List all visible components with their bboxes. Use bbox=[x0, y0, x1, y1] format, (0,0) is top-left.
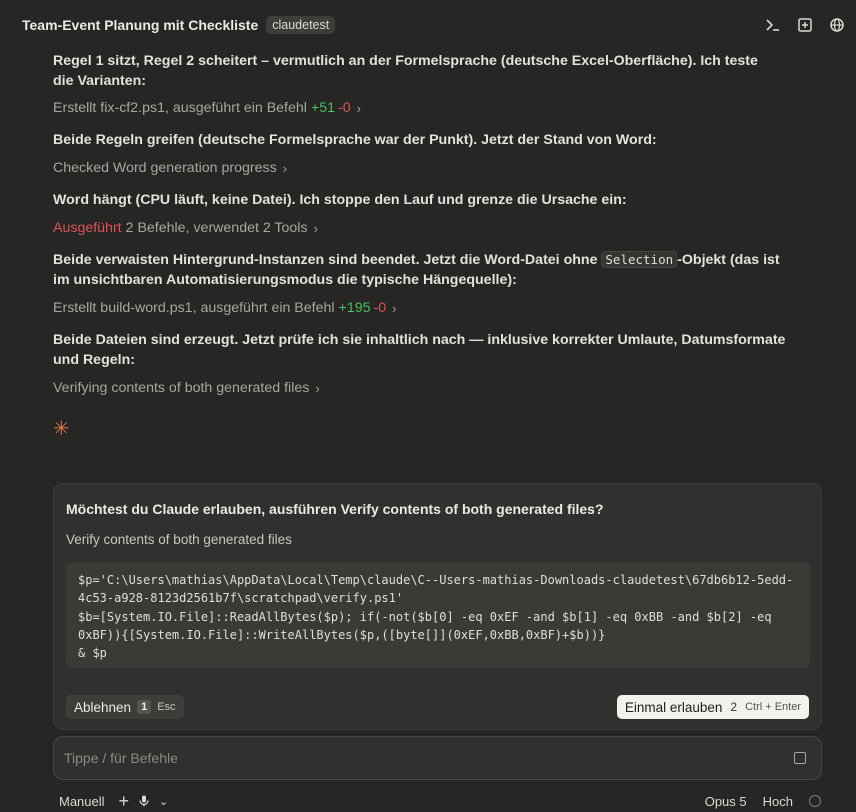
globe-icon[interactable] bbox=[828, 16, 846, 34]
message-input-box[interactable] bbox=[53, 736, 822, 780]
permission-title: Möchtest du Claude erlauben, ausführen V… bbox=[66, 501, 604, 517]
allow-shortcut: Ctrl + Enter bbox=[745, 701, 801, 713]
tool-step-text: 2 Befehle, verwendet 2 Tools bbox=[125, 220, 308, 236]
inline-code: Selection bbox=[601, 251, 678, 268]
step-status: Ausgeführt bbox=[53, 220, 122, 236]
window-icon[interactable] bbox=[796, 16, 814, 34]
chevron-right-icon: › bbox=[315, 380, 320, 396]
deny-key: 1 bbox=[137, 700, 152, 714]
assistant-message: Beide Dateien sind erzeugt. Jetzt prüfe … bbox=[53, 332, 786, 368]
chevron-right-icon: › bbox=[356, 100, 361, 116]
spinner-spark-icon: ✳ bbox=[53, 418, 70, 440]
chevron-right-icon: › bbox=[313, 220, 318, 236]
context-usage-icon[interactable] bbox=[809, 795, 821, 807]
permission-subtitle: Verify contents of both generated files bbox=[66, 532, 292, 547]
message-input[interactable] bbox=[64, 750, 794, 766]
composer-toolbar: Manuell + ⌄ Opus 5 Hoch bbox=[59, 790, 821, 812]
add-icon[interactable]: + bbox=[119, 791, 130, 812]
command-preview: $p='C:\Users\mathias\AppData\Local\Temp\… bbox=[66, 562, 810, 668]
assistant-message: Beide verwaisten Hintergrund-Instanzen s… bbox=[53, 250, 793, 290]
header-actions bbox=[764, 16, 846, 34]
tool-step[interactable]: Checked Word generation progress › bbox=[53, 160, 287, 176]
conversation-title: Team-Event Planung mit Checkliste bbox=[22, 17, 259, 33]
chevron-right-icon: › bbox=[282, 160, 288, 176]
lines-added: +195 bbox=[338, 300, 371, 316]
lines-added: +51 bbox=[310, 100, 336, 116]
header: Team-Event Planung mit Checkliste claude… bbox=[0, 0, 856, 50]
chevron-down-icon[interactable]: ⌄ bbox=[159, 795, 168, 808]
deny-button[interactable]: Ablehnen 1 Esc bbox=[66, 695, 184, 719]
mode-selector[interactable]: Manuell bbox=[59, 794, 105, 809]
tool-step[interactable]: Ausgeführt 2 Befehle, verwendet 2 Tools … bbox=[53, 220, 318, 236]
deny-shortcut: Esc bbox=[157, 701, 176, 713]
assistant-message: Beide Regeln greifen (deutsche Formelspr… bbox=[53, 132, 657, 148]
project-badge[interactable]: claudetest bbox=[266, 16, 336, 34]
stop-icon[interactable] bbox=[794, 752, 806, 764]
allow-label: Einmal erlauben bbox=[624, 699, 723, 715]
assistant-message: Regel 1 sitzt, Regel 2 scheitert – vermu… bbox=[53, 53, 758, 89]
terminal-icon[interactable] bbox=[764, 16, 782, 34]
effort-selector[interactable]: Hoch bbox=[763, 794, 793, 809]
tool-step-text: Erstellt fix-cf2.ps1, ausgeführt ein Bef… bbox=[53, 100, 307, 116]
permission-dialog: Möchtest du Claude erlauben, ausführen V… bbox=[53, 483, 822, 730]
allow-key: 2 bbox=[730, 700, 738, 714]
microphone-icon[interactable] bbox=[139, 795, 149, 807]
lines-removed: -0 bbox=[373, 300, 387, 316]
assistant-message: Word hängt (CPU läuft, keine Datei). Ich… bbox=[53, 192, 627, 208]
tool-step[interactable]: Erstellt build-word.ps1, ausgeführt ein … bbox=[53, 300, 396, 316]
message-text: Beide verwaisten Hintergrund-Instanzen s… bbox=[53, 252, 602, 268]
tool-step-text: Erstellt build-word.ps1, ausgeführt ein … bbox=[53, 300, 335, 316]
chevron-right-icon: › bbox=[392, 300, 397, 316]
deny-label: Ablehnen bbox=[74, 699, 132, 715]
lines-removed: -0 bbox=[338, 100, 351, 116]
model-selector[interactable]: Opus 5 bbox=[705, 794, 747, 809]
allow-once-button[interactable]: Einmal erlauben 2 Ctrl + Enter bbox=[616, 695, 809, 719]
tool-step-text: Verifying contents of both generated fil… bbox=[53, 380, 310, 396]
tool-step[interactable]: Verifying contents of both generated fil… bbox=[53, 380, 320, 396]
tool-step[interactable]: Erstellt fix-cf2.ps1, ausgeführt ein Bef… bbox=[53, 100, 361, 116]
tool-step-text: Checked Word generation progress bbox=[53, 160, 277, 176]
